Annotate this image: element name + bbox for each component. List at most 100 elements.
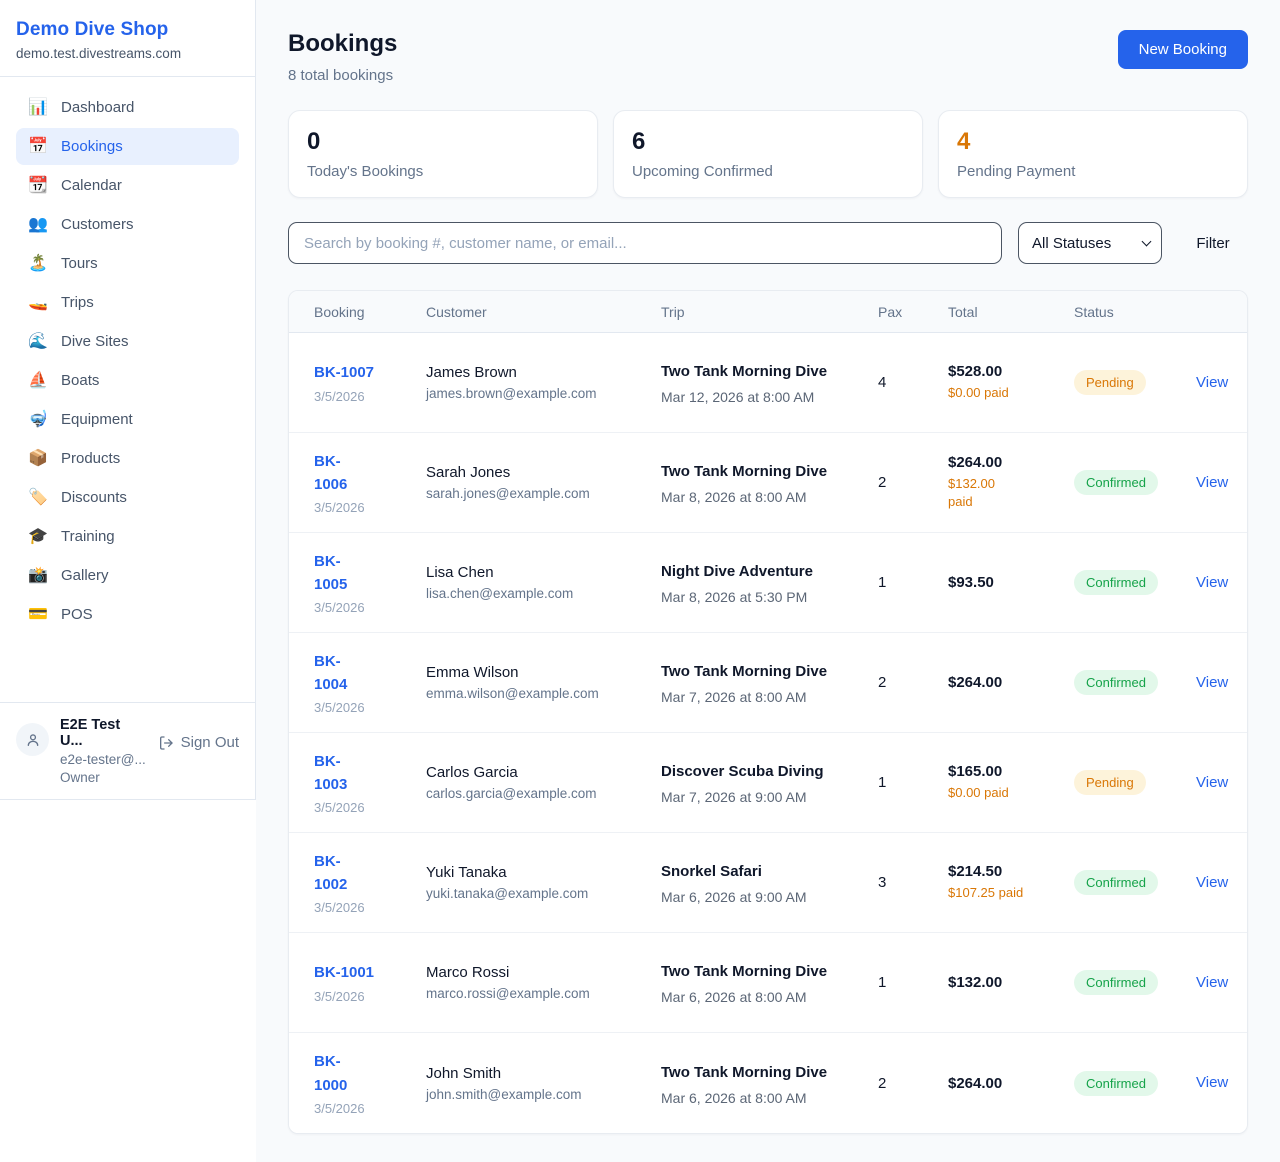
customer-name: Marco Rossi xyxy=(426,964,651,981)
table-row: BK-1006 3/5/2026 Sarah Jones sarah.jones… xyxy=(289,433,1247,533)
filter-button[interactable]: Filter xyxy=(1178,235,1248,252)
trip-datetime: Mar 6, 2026 at 8:00 AM xyxy=(661,1090,868,1106)
status-badge: Pending xyxy=(1074,370,1146,395)
booking-date: 3/5/2026 xyxy=(314,900,416,915)
sidebar-item-training[interactable]: 🎓 Training xyxy=(16,518,239,555)
status-select-wrap: All Statuses xyxy=(1018,222,1162,264)
trip-name: Two Tank Morning Dive xyxy=(661,660,829,684)
table-row: BK-1002 3/5/2026 Yuki Tanaka yuki.tanaka… xyxy=(289,833,1247,933)
sidebar-item-boats[interactable]: ⛵ Boats xyxy=(16,362,239,399)
total-amount: $132.00 xyxy=(948,974,1064,991)
status-badge: Pending xyxy=(1074,770,1146,795)
total-amount: $264.00 xyxy=(948,1075,1064,1092)
customer-name: Lisa Chen xyxy=(426,564,651,581)
view-link[interactable]: View xyxy=(1196,574,1228,591)
booking-date: 3/5/2026 xyxy=(314,1101,416,1116)
trip-name: Discover Scuba Diving xyxy=(661,760,829,784)
booking-date: 3/5/2026 xyxy=(314,500,416,515)
sidebar-item-calendar[interactable]: 📆 Calendar xyxy=(16,167,239,204)
amount-paid: $0.00 paid xyxy=(948,784,1064,802)
sidebar-item-dive-sites[interactable]: 🌊 Dive Sites xyxy=(16,323,239,360)
stat-card-pending-payment: 4 Pending Payment xyxy=(938,110,1248,198)
person-icon xyxy=(25,732,41,748)
booking-id-link[interactable]: BK-1002 xyxy=(314,850,358,897)
sidebar-item-customers[interactable]: 👥 Customers xyxy=(16,206,239,243)
status-badge: Confirmed xyxy=(1074,870,1158,895)
status-select[interactable]: All Statuses xyxy=(1018,222,1162,264)
view-link[interactable]: View xyxy=(1196,374,1228,391)
sidebar-item-equipment[interactable]: 🤿 Equipment xyxy=(16,401,239,438)
booking-id-link[interactable]: BK-1004 xyxy=(314,650,358,697)
credit-card-icon: 💳 xyxy=(28,607,48,623)
stat-value: 0 xyxy=(307,128,579,156)
logout-icon xyxy=(158,735,174,751)
amount-paid: $0.00 paid xyxy=(948,384,1064,402)
customer-email: yuki.tanaka@example.com xyxy=(426,886,651,901)
sidebar-nav: 📊 Dashboard 📅 Bookings 📆 Calendar 👥 Cust… xyxy=(0,77,255,702)
total-amount: $264.00 xyxy=(948,674,1064,691)
stat-label: Today's Bookings xyxy=(307,163,579,180)
island-icon: 🏝️ xyxy=(28,256,48,272)
customer-name: Sarah Jones xyxy=(426,464,651,481)
stat-card-todays-bookings: 0 Today's Bookings xyxy=(288,110,598,198)
amount-paid: $132.00 paid xyxy=(948,475,1010,511)
booking-id-link[interactable]: BK-1000 xyxy=(314,1050,358,1097)
sidebar-header: Demo Dive Shop demo.test.divestreams.com xyxy=(0,0,255,77)
user-email: e2e-tester@... xyxy=(60,752,147,767)
total-amount: $264.00 xyxy=(948,454,1064,471)
avatar xyxy=(16,723,49,756)
trip-datetime: Mar 6, 2026 at 8:00 AM xyxy=(661,989,868,1005)
amount-paid: $107.25 paid xyxy=(948,884,1064,902)
bookings-table: Booking Customer Trip Pax Total Status B… xyxy=(288,290,1248,1134)
pax-count: 4 xyxy=(878,374,948,391)
sidebar-item-discounts[interactable]: 🏷️ Discounts xyxy=(16,479,239,516)
sidebar-item-products[interactable]: 📦 Products xyxy=(16,440,239,477)
customer-email: james.brown@example.com xyxy=(426,386,651,401)
customer-name: James Brown xyxy=(426,364,651,381)
search-input[interactable] xyxy=(288,222,1002,264)
sidebar-item-gallery[interactable]: 📸 Gallery xyxy=(16,557,239,594)
sidebar-item-pos[interactable]: 💳 POS xyxy=(16,596,239,633)
wave-icon: 🌊 xyxy=(28,334,48,350)
view-link[interactable]: View xyxy=(1196,1074,1228,1091)
booking-id-link[interactable]: BK-1003 xyxy=(314,750,358,797)
booking-id-link[interactable]: BK-1006 xyxy=(314,450,358,497)
stat-value: 4 xyxy=(957,128,1229,156)
speedboat-icon: 🚤 xyxy=(28,295,48,311)
trip-datetime: Mar 7, 2026 at 9:00 AM xyxy=(661,789,868,805)
sidebar-item-bookings[interactable]: 📅 Bookings xyxy=(16,128,239,165)
view-link[interactable]: View xyxy=(1196,674,1228,691)
total-amount: $165.00 xyxy=(948,763,1064,780)
page-header: Bookings 8 total bookings New Booking xyxy=(288,30,1248,84)
view-link[interactable]: View xyxy=(1196,474,1228,491)
page-title-block: Bookings 8 total bookings xyxy=(288,30,397,84)
table-header: Booking Customer Trip Pax Total Status xyxy=(289,291,1247,333)
view-link[interactable]: View xyxy=(1196,974,1228,991)
sign-out-label: Sign Out xyxy=(181,734,239,751)
sign-out-button[interactable]: Sign Out xyxy=(158,734,239,751)
pax-count: 2 xyxy=(878,1075,948,1092)
trip-datetime: Mar 7, 2026 at 8:00 AM xyxy=(661,689,868,705)
pax-count: 2 xyxy=(878,674,948,691)
table-row: BK-1001 3/5/2026 Marco Rossi marco.rossi… xyxy=(289,933,1247,1033)
booking-date: 3/5/2026 xyxy=(314,700,416,715)
customer-name: Carlos Garcia xyxy=(426,764,651,781)
new-booking-button[interactable]: New Booking xyxy=(1118,30,1248,69)
column-header-pax: Pax xyxy=(878,304,948,320)
sailboat-icon: ⛵ xyxy=(28,373,48,389)
booking-id-link[interactable]: BK-1001 xyxy=(314,961,374,984)
view-link[interactable]: View xyxy=(1196,774,1228,791)
booking-id-link[interactable]: BK-1005 xyxy=(314,550,358,597)
page-title: Bookings xyxy=(288,30,397,58)
sidebar-item-tours[interactable]: 🏝️ Tours xyxy=(16,245,239,282)
booking-id-link[interactable]: BK-1007 xyxy=(314,361,374,384)
table-row: BK-1005 3/5/2026 Lisa Chen lisa.chen@exa… xyxy=(289,533,1247,633)
trip-name: Two Tank Morning Dive xyxy=(661,960,829,984)
sidebar-item-trips[interactable]: 🚤 Trips xyxy=(16,284,239,321)
total-bookings-count: 8 total bookings xyxy=(288,67,397,84)
trip-datetime: Mar 8, 2026 at 5:30 PM xyxy=(661,589,868,605)
sidebar-item-dashboard[interactable]: 📊 Dashboard xyxy=(16,89,239,126)
view-link[interactable]: View xyxy=(1196,874,1228,891)
column-header-booking: Booking xyxy=(314,304,426,320)
people-icon: 👥 xyxy=(28,217,48,233)
